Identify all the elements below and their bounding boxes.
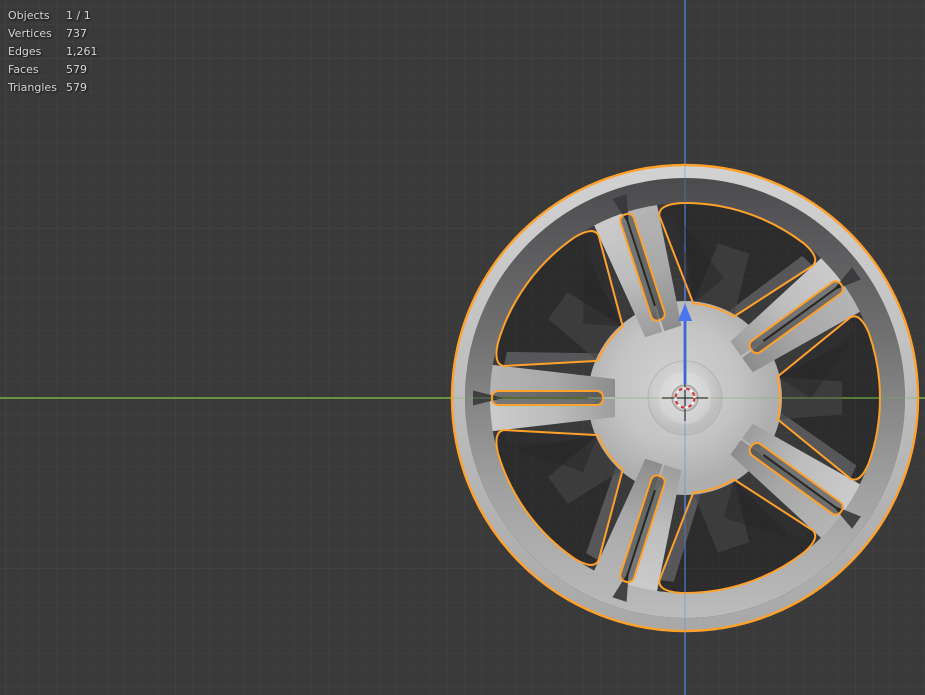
stat-row-objects: Objects 1 / 1 (8, 7, 98, 25)
stat-value: 579 (66, 81, 87, 94)
stat-label: Edges (8, 45, 42, 58)
stat-label: Triangles (8, 81, 57, 94)
stat-label: Faces (8, 63, 39, 76)
stat-row-faces: Faces 579 (8, 61, 98, 79)
stat-value: 579 (66, 63, 87, 76)
wheel-svg (0, 0, 925, 695)
stat-row-vertices: Vertices 737 (8, 25, 98, 43)
stat-value: 1 / 1 (66, 9, 91, 22)
stat-value: 1,261 (66, 45, 98, 58)
stat-label: Objects (8, 9, 50, 22)
3d-viewport[interactable]: Objects 1 / 1 Vertices 737 Edges 1,261 F… (0, 0, 925, 695)
stat-row-edges: Edges 1,261 (8, 43, 98, 61)
stat-row-triangles: Triangles 579 (8, 79, 98, 97)
stats-overlay: Objects 1 / 1 Vertices 737 Edges 1,261 F… (8, 7, 98, 97)
stat-label: Vertices (8, 27, 52, 40)
stat-value: 737 (66, 27, 87, 40)
